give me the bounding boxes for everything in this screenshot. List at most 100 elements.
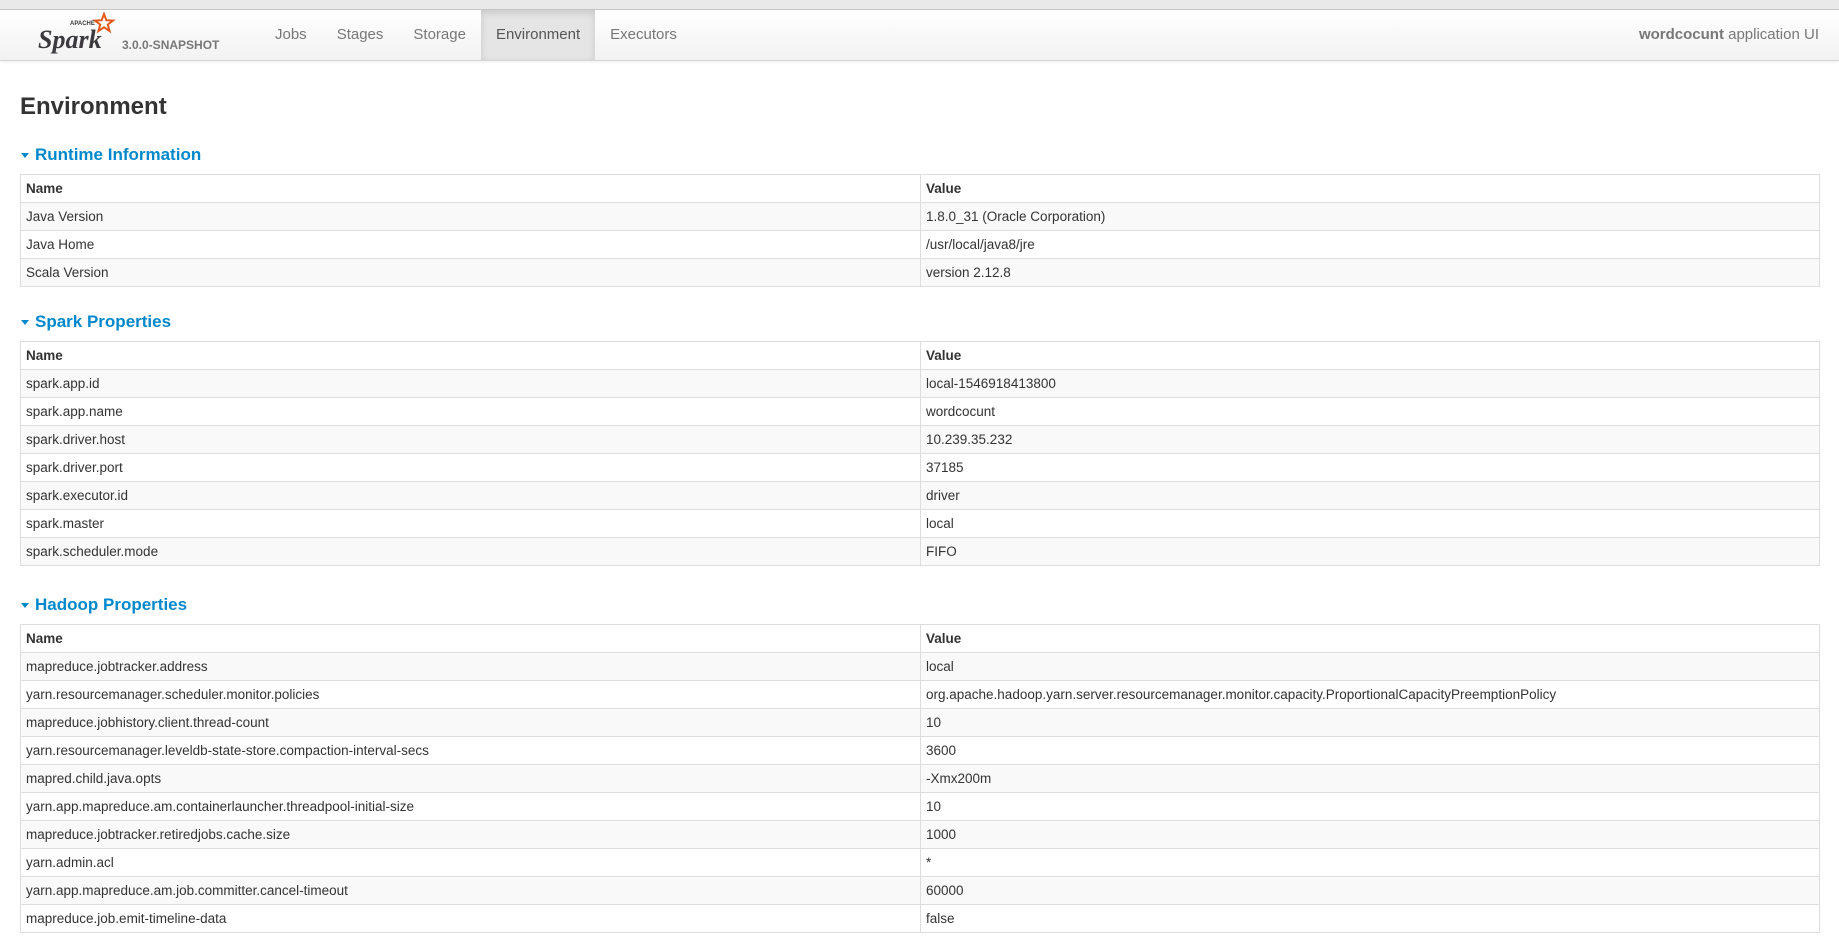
tab-stages[interactable]: Stages (322, 10, 399, 60)
caret-down-icon (21, 319, 29, 325)
column-header-value[interactable]: Value (920, 624, 1820, 653)
property-value: version 2.12.8 (920, 258, 1820, 287)
table-row: spark.app.name wordcocunt (20, 397, 1820, 426)
property-value: 1.8.0_31 (Oracle Corporation) (920, 202, 1820, 231)
table-row: mapreduce.jobtracker.address local (20, 652, 1820, 681)
table-row: spark.master local (20, 509, 1820, 538)
hadoop-properties-section: Hadoop Properties Name Value mapreduce.j… (20, 592, 1820, 933)
property-name: mapreduce.job.emit-timeline-data (20, 904, 921, 933)
runtime-information-toggle[interactable]: Runtime Information (20, 142, 1820, 168)
property-name: yarn.app.mapreduce.am.containerlauncher.… (20, 792, 921, 821)
column-header-value[interactable]: Value (920, 341, 1820, 370)
property-name: mapred.child.java.opts (20, 764, 921, 793)
property-value: org.apache.hadoop.yarn.server.resourcema… (920, 680, 1820, 709)
property-value: 3600 (920, 736, 1820, 765)
app-name: wordcocunt (1638, 26, 1724, 43)
tab-storage[interactable]: Storage (398, 10, 481, 60)
table-row: Java Home/usr/local/java8/jre (20, 230, 1820, 259)
property-name: spark.driver.host (20, 425, 921, 454)
svg-text:Spark: Spark (38, 25, 102, 54)
property-value: false (920, 904, 1820, 933)
table-row: spark.driver.host 10.239.35.232 (20, 425, 1820, 454)
property-value: -Xmx200m (920, 764, 1820, 793)
property-name: spark.master (20, 509, 921, 538)
property-value: 37185 (920, 453, 1820, 482)
table-row: yarn.app.mapreduce.am.containerlauncher.… (20, 792, 1820, 821)
table-row: Scala Version version 2.12.8 (20, 258, 1820, 287)
property-name: spark.executor.id (20, 481, 921, 510)
spark-properties-toggle[interactable]: Spark Properties (20, 309, 1820, 335)
property-value: 10.239.35.232 (920, 425, 1820, 454)
spark-properties-title: Spark Properties (35, 312, 172, 331)
table-row: mapreduce.job.emit-timeline-data false (20, 904, 1820, 933)
property-name: mapreduce.jobhistory.client.thread-count (20, 708, 921, 737)
tab-jobs[interactable]: Jobs (260, 10, 322, 60)
table-row: mapreduce.jobhistory.client.thread-count… (20, 708, 1820, 737)
runtime-information-section: Runtime Information Name Value Java Vers… (20, 142, 1820, 287)
page-title: Environment (20, 93, 167, 120)
table-row: spark.driver.port 37185 (20, 453, 1820, 482)
property-name: spark.driver.port (20, 453, 921, 482)
app-suffix: application UI (1723, 26, 1819, 43)
table-row: yarn.resourcemanager.leveldb-state-store… (20, 736, 1820, 765)
browser-top-strip (0, 0, 1839, 10)
property-value: /usr/local/java8/jre (920, 230, 1820, 259)
column-header-name[interactable]: Name (20, 174, 921, 203)
property-name: yarn.resourcemanager.scheduler.monitor.p… (20, 680, 921, 709)
column-header-value[interactable]: Value (920, 174, 1820, 203)
spark-version: 3.0.0-SNAPSHOT (122, 38, 220, 52)
property-name: Java Home (20, 230, 921, 259)
property-name: yarn.app.mapreduce.am.job.committer.canc… (20, 876, 921, 905)
property-value: FIFO (920, 537, 1820, 566)
hadoop-properties-title: Hadoop Properties (35, 595, 188, 614)
property-name: mapreduce.jobtracker.address (20, 652, 921, 681)
navbar: APACHE Spark 3.0.0-SNAPSHOT Jobs Stages … (0, 10, 1839, 61)
property-name: Java Version (20, 202, 921, 231)
property-value: local-1546918413800 (920, 369, 1820, 398)
property-value: driver (920, 481, 1820, 510)
hadoop-properties-toggle[interactable]: Hadoop Properties (20, 592, 1820, 618)
runtime-information-table: Name Value Java Version 1.8.0_31 (Oracle … (20, 174, 1820, 287)
runtime-information-title: Runtime Information (35, 145, 202, 164)
table-header-row: Name Value (20, 341, 1820, 370)
property-value: 10 (920, 708, 1820, 737)
table-row: spark.app.id local-1546918413800 (20, 369, 1820, 398)
property-name: spark.app.id (20, 369, 921, 398)
table-row: spark.executor.id driver (20, 481, 1820, 510)
property-value: 60000 (920, 876, 1820, 905)
spark-logo-link[interactable]: APACHE Spark 3.0.0-SNAPSHOT (38, 10, 238, 60)
property-name: Scala Version (20, 258, 921, 287)
property-value: * (920, 848, 1820, 877)
property-value: local (920, 509, 1820, 538)
property-value: local (920, 652, 1820, 681)
property-name: yarn.admin.acl (20, 848, 921, 877)
property-name: yarn.resourcemanager.leveldb-state-store… (20, 736, 921, 765)
column-header-name[interactable]: Name (20, 624, 921, 653)
column-header-name[interactable]: Name (20, 341, 921, 370)
caret-down-icon (21, 152, 29, 158)
tab-executors[interactable]: Executors (595, 10, 692, 60)
table-row: mapred.child.java.opts -Xmx200m (20, 764, 1820, 793)
spark-logo: APACHE Spark (38, 12, 116, 54)
application-label: wordcocunt application UI (1639, 10, 1819, 60)
table-header-row: Name Value (20, 174, 1820, 203)
property-name: spark.app.name (20, 397, 921, 426)
table-header-row: Name Value (20, 624, 1820, 653)
caret-down-icon (21, 602, 29, 608)
table-row: spark.scheduler.mode FIFO (20, 537, 1820, 566)
table-row: yarn.resourcemanager.scheduler.monitor.p… (20, 680, 1820, 709)
table-row: yarn.admin.acl * (20, 848, 1820, 877)
property-value: 10 (920, 792, 1820, 821)
table-row: Java Version 1.8.0_31 (Oracle Corporation… (20, 202, 1820, 231)
table-row: yarn.app.mapreduce.am.job.committer.canc… (20, 876, 1820, 905)
table-row: mapreduce.jobtracker.retiredjobs.cache.s… (20, 820, 1820, 849)
property-value: wordcocunt (920, 397, 1820, 426)
property-name: mapreduce.jobtracker.retiredjobs.cache.s… (20, 820, 921, 849)
spark-properties-section: Spark Properties Name Value spark.app.id… (20, 309, 1820, 566)
spark-properties-table: Name Value spark.app.id local-15469184138… (20, 341, 1820, 566)
property-value: 1000 (920, 820, 1820, 849)
tab-environment[interactable]: Environment (480, 10, 596, 60)
hadoop-properties-table: Name Value mapreduce.jobtracker.address l… (20, 624, 1820, 933)
property-name: spark.scheduler.mode (20, 537, 921, 566)
nav-tabs: Jobs Stages Storage Environment Executor… (260, 10, 692, 60)
